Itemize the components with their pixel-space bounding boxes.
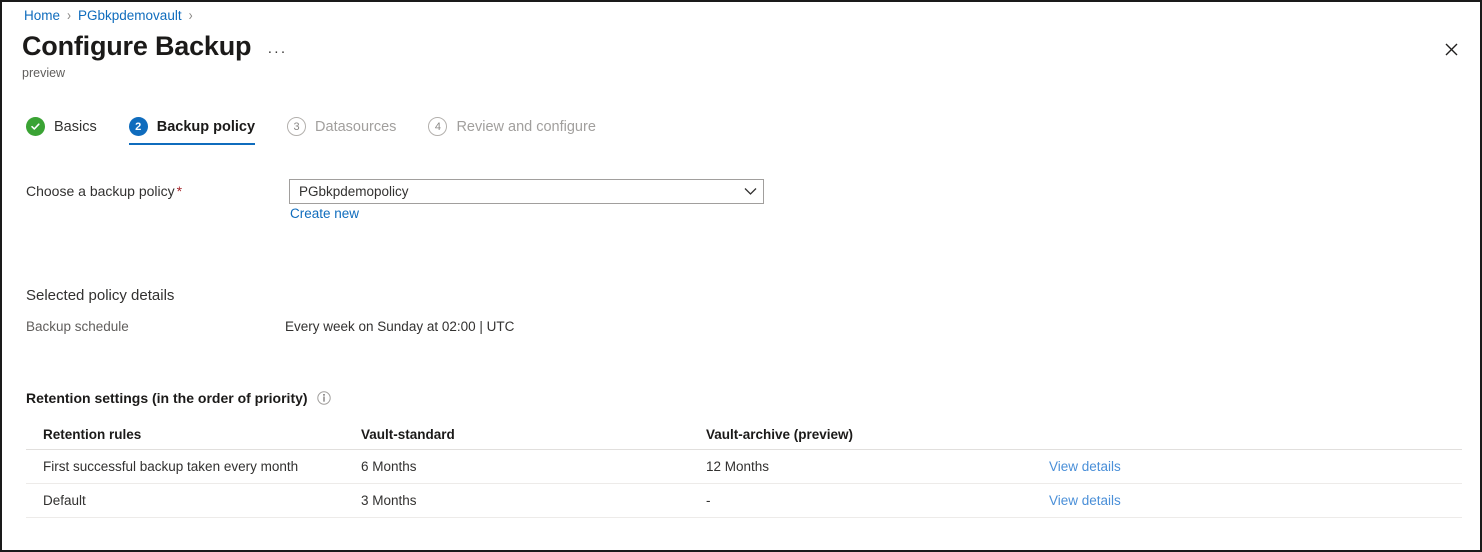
table-header-row: Retention rules Vault-standard Vault-arc…: [26, 420, 1462, 450]
selected-policy-details-title: Selected policy details: [26, 287, 174, 304]
close-icon: [1445, 43, 1458, 56]
table-row: Default 3 Months - View details: [26, 484, 1462, 518]
wizard-step-basics[interactable]: Basics: [26, 117, 97, 145]
wizard-step-backup-policy[interactable]: 2 Backup policy: [129, 117, 255, 145]
wizard-step-review-and-configure[interactable]: 4 Review and configure: [428, 117, 595, 145]
cell-retention-rule: Default: [26, 493, 361, 508]
breadcrumb-separator-icon: ›: [67, 6, 71, 24]
column-header-vault-standard: Vault-standard: [361, 427, 706, 442]
retention-settings-heading-text: Retention settings (in the order of prio…: [26, 390, 308, 406]
backup-policy-label-text: Choose a backup policy: [26, 183, 175, 199]
column-header-retention-rules: Retention rules: [26, 427, 361, 442]
breadcrumb-separator-icon: ›: [189, 6, 193, 24]
step-number-badge: 4: [428, 117, 447, 136]
cell-vault-standard: 6 Months: [361, 459, 706, 474]
cell-retention-rule: First successful backup taken every mont…: [26, 459, 361, 474]
step-complete-icon: [26, 117, 45, 136]
active-step-underline: [129, 143, 255, 145]
retention-rules-table: Retention rules Vault-standard Vault-arc…: [26, 420, 1462, 518]
cell-vault-archive: -: [706, 493, 1049, 508]
cell-actions: View details: [1049, 458, 1462, 476]
required-marker: *: [177, 183, 182, 199]
wizard-step-label: Basics: [54, 119, 97, 135]
breadcrumb-item-home[interactable]: Home: [24, 8, 60, 23]
backup-policy-label: Choose a backup policy*: [26, 183, 182, 199]
step-number-badge: 2: [129, 117, 148, 136]
cell-vault-standard: 3 Months: [361, 493, 706, 508]
table-row: First successful backup taken every mont…: [26, 450, 1462, 484]
backup-policy-selected-value: PGbkpdemopolicy: [299, 184, 744, 199]
info-icon[interactable]: [317, 391, 331, 405]
close-button[interactable]: [1438, 36, 1464, 62]
cell-actions: View details: [1049, 492, 1462, 510]
wizard-step-label: Review and configure: [456, 119, 595, 135]
chevron-down-icon: [744, 187, 757, 196]
retention-settings-heading: Retention settings (in the order of prio…: [26, 390, 331, 406]
cell-vault-archive: 12 Months: [706, 459, 1049, 474]
create-new-policy-link[interactable]: Create new: [290, 206, 359, 221]
title-row: Configure Backup ···: [22, 30, 287, 62]
configure-backup-blade: Home › PGbkpdemovault › Configure Backup…: [0, 0, 1482, 552]
page-title: Configure Backup: [22, 30, 251, 62]
wizard-step-label: Datasources: [315, 119, 396, 135]
backup-schedule-value: Every week on Sunday at 02:00 | UTC: [285, 319, 514, 334]
blade-content: Home › PGbkpdemovault › Configure Backup…: [2, 2, 1480, 550]
breadcrumb: Home › PGbkpdemovault ›: [24, 5, 200, 25]
view-details-link[interactable]: View details: [1049, 493, 1121, 508]
preview-badge: preview: [22, 66, 65, 80]
breadcrumb-item-vault[interactable]: PGbkpdemovault: [78, 8, 182, 23]
wizard-step-datasources[interactable]: 3 Datasources: [287, 117, 396, 145]
wizard-step-label: Backup policy: [157, 119, 255, 135]
step-number-badge: 3: [287, 117, 306, 136]
column-header-vault-archive: Vault-archive (preview): [706, 427, 1049, 442]
more-options-button[interactable]: ···: [267, 43, 287, 60]
backup-schedule-label: Backup schedule: [26, 319, 129, 334]
backup-policy-select[interactable]: PGbkpdemopolicy: [289, 179, 764, 204]
view-details-link[interactable]: View details: [1049, 459, 1121, 474]
wizard-steps: Basics 2 Backup policy 3 Datasources 4 R…: [26, 117, 628, 153]
